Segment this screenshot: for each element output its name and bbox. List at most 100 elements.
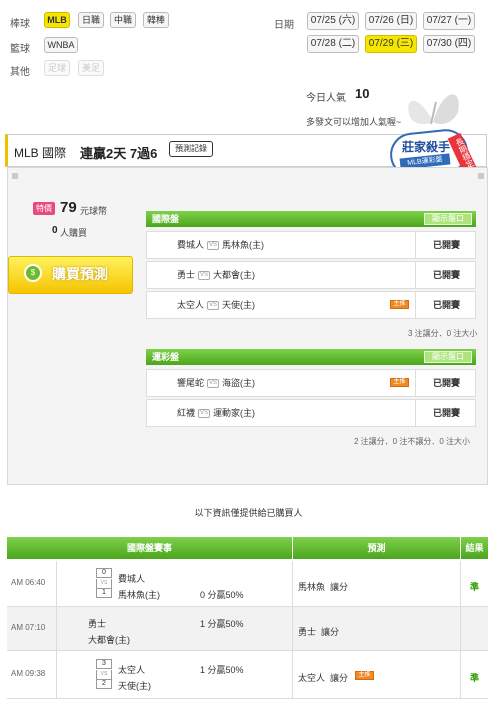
- sport-tag-kbo[interactable]: 韓棒: [143, 12, 169, 28]
- popularity-label: 今日人氣: [306, 93, 346, 104]
- lottery-section-header: 運彩盤 顯示盤口: [146, 349, 476, 365]
- game-row: 響尾蛇 VS 海盜(主) 主推 已開賽: [146, 369, 476, 397]
- away-team: 紅襪: [177, 408, 196, 418]
- sport-tag-football: 美足: [78, 60, 104, 76]
- home-team: 海盜(主): [222, 378, 256, 388]
- results-row: AM 06:40 0 VS 1 費城人 馬林魚(主) 0 分贏50% 馬林魚 讓分準: [7, 561, 488, 607]
- predictor-streak: 連贏2天 7過6: [80, 146, 158, 161]
- home-team: 天使(主): [222, 300, 256, 310]
- away-team: 勇士: [177, 270, 196, 280]
- date-0730[interactable]: 07/30 (四): [423, 35, 475, 53]
- home-team: 馬林魚(主): [222, 240, 265, 250]
- banner-line1: 莊家殺手: [402, 140, 451, 154]
- game-status: 已開賽: [433, 300, 461, 310]
- away-team: 太空人: [118, 665, 146, 675]
- result-mark: 準: [470, 673, 480, 683]
- away-team: 太空人: [177, 300, 205, 310]
- home-team: 大都會(主): [213, 270, 256, 280]
- featured-pick-icon: 主推: [390, 300, 409, 309]
- date-label: 日期: [274, 20, 294, 31]
- game-status: 已開賽: [433, 378, 461, 388]
- intl-section-header: 國際盤 顯示盤口: [146, 211, 476, 227]
- away-team: 勇士: [88, 619, 107, 629]
- away-score: 3: [96, 659, 112, 669]
- sport-tag-mlb[interactable]: MLB: [44, 12, 70, 28]
- price-unit: 元球幣: [80, 206, 108, 216]
- lottery-section-title: 運彩盤: [152, 352, 180, 362]
- sport-tag-cpbl[interactable]: 中職: [110, 12, 136, 28]
- record-button[interactable]: 預測記錄: [169, 141, 213, 157]
- intl-section-title: 國際盤: [152, 214, 180, 224]
- butterfly-icon: [408, 94, 459, 125]
- date-0725[interactable]: 07/25 (六): [307, 12, 359, 30]
- buyers-count: 0: [52, 225, 58, 236]
- sport-tag-npb[interactable]: 日職: [78, 12, 104, 28]
- date-0729[interactable]: 07/29 (三): [365, 35, 417, 53]
- game-matchup: 紅襪 VS 運動家(主): [147, 400, 416, 426]
- away-score: 0: [96, 568, 112, 578]
- lottery-summary: 2 注讓分．0 注不讓分．0 注大小: [354, 437, 471, 446]
- date-0727[interactable]: 07/27 (一): [423, 12, 475, 30]
- game-row: 勇士 VS 大都會(主) 已開賽: [146, 261, 476, 289]
- away-team: 費城人: [177, 240, 205, 250]
- results-header-prediction: 預測: [293, 537, 460, 559]
- results-header-games: 國際盤賽事: [7, 537, 292, 559]
- vs-icon: VS: [207, 241, 220, 251]
- vs-icon: VS: [198, 409, 211, 419]
- sport-tag-wnba[interactable]: WNBA: [44, 37, 78, 53]
- featured-pick-icon: 主推: [390, 378, 409, 387]
- featured-pick-icon: 主推: [355, 671, 374, 680]
- date-0726[interactable]: 07/26 (日): [365, 12, 417, 30]
- vs-icon: VS: [207, 379, 220, 389]
- game-status: 已開賽: [433, 408, 461, 418]
- pick-team: 馬林魚: [298, 582, 326, 592]
- pick-type: 讓分: [321, 627, 340, 637]
- price-value: 79: [60, 199, 77, 216]
- panel-corner-icon: [12, 173, 18, 179]
- pick-type: 讓分: [330, 673, 349, 683]
- sport-label-other: 其他: [10, 67, 30, 78]
- game-time: AM 06:40: [11, 578, 46, 587]
- home-score: 1: [96, 588, 112, 598]
- pick-team: 勇士: [298, 627, 317, 637]
- sport-label-basketball: 籃球: [10, 44, 30, 55]
- home-team: 大都會(主): [88, 635, 130, 645]
- handicap-line: 1 分贏50%: [200, 619, 244, 629]
- pick-team: 太空人: [298, 673, 326, 683]
- buyers-label: 人購買: [60, 228, 88, 238]
- home-team: 馬林魚(主): [118, 590, 160, 600]
- home-team: 運動家(主): [213, 408, 256, 418]
- away-team: 費城人: [118, 574, 146, 584]
- intl-summary: 3 注讓分．0 注大小: [408, 329, 478, 338]
- predictor-league: MLB 國際: [14, 146, 67, 160]
- pick-type: 讓分: [330, 582, 349, 592]
- popularity-value: 10: [355, 86, 370, 101]
- game-row: 太空人 VS 天使(主) 主推 已開賽: [146, 291, 476, 319]
- special-tag: 特價: [33, 202, 55, 215]
- popularity-hint: 多發文可以增加人氣喔~: [306, 117, 402, 127]
- game-status: 已開賽: [433, 270, 461, 280]
- sport-label-baseball: 棒球: [10, 19, 30, 30]
- results-row: AM 09:38 3 VS 2 太空人 天使(主) 1 分贏50% 太空人 讓分 主推準: [7, 651, 488, 699]
- game-matchup: 太空人 VS 天使(主) 主推: [147, 292, 416, 318]
- handicap-line: 1 分贏50%: [200, 665, 244, 675]
- date-0728[interactable]: 07/28 (二): [307, 35, 359, 53]
- home-team: 天使(主): [118, 681, 151, 691]
- away-team: 響尾蛇: [177, 378, 205, 388]
- game-matchup: 勇士 VS 大都會(主): [147, 262, 416, 288]
- handicap-line: 0 分贏50%: [200, 590, 244, 600]
- game-time: AM 09:38: [11, 669, 46, 678]
- sport-tag-soccer: 足球: [44, 60, 70, 76]
- intl-show-odds-button[interactable]: 顯示盤口: [424, 213, 472, 225]
- buy-button-label: 購買預測: [52, 266, 108, 282]
- buyer-notice: 以下資訊僅提供給已購買人: [194, 508, 303, 518]
- game-row: 費城人 VS 馬林魚(主) 已開賽: [146, 231, 476, 259]
- panel-corner-icon: [478, 173, 484, 179]
- coin-icon: $: [24, 264, 42, 282]
- vs-icon: VS: [207, 301, 220, 311]
- game-status: 已開賽: [433, 240, 461, 250]
- game-matchup: 響尾蛇 VS 海盜(主) 主推: [147, 370, 416, 396]
- lottery-show-odds-button[interactable]: 顯示盤口: [424, 351, 472, 363]
- game-row: 紅襪 VS 運動家(主) 已開賽: [146, 399, 476, 427]
- game-matchup: 費城人 VS 馬林魚(主): [147, 232, 416, 258]
